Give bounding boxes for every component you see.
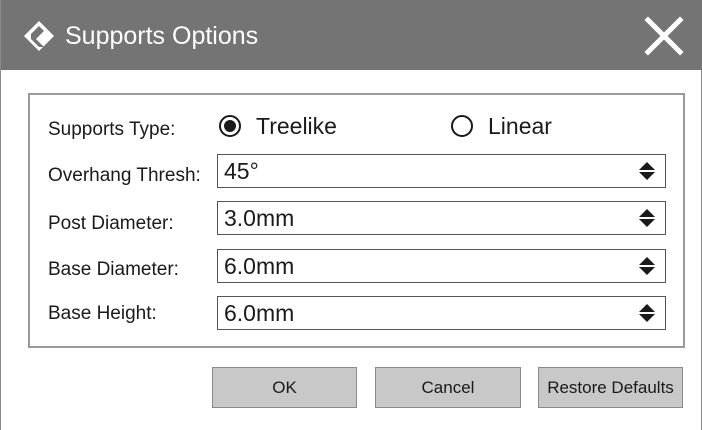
dialog-title: Supports Options [65, 22, 259, 50]
supports-options-dialog: Supports Options Supports Type: Treelike… [0, 0, 702, 430]
spin-arrows-icon[interactable] [638, 303, 656, 323]
restore-defaults-button[interactable]: Restore Defaults [538, 367, 683, 408]
overhang-thresh-value[interactable]: 45° [224, 158, 259, 184]
title-bar: Supports Options [1, 0, 702, 70]
base-height-value[interactable]: 6.0mm [224, 300, 294, 326]
post-diameter-label: Post Diameter: [48, 213, 174, 234]
ok-button[interactable]: OK [212, 367, 357, 408]
base-height-label: Base Height: [48, 303, 157, 324]
overhang-thresh-label: Overhang Thresh: [48, 165, 201, 186]
base-height-spinbox[interactable]: 6.0mm [217, 296, 666, 330]
radio-linear-label: Linear [488, 113, 552, 139]
base-diameter-value[interactable]: 6.0mm [224, 253, 294, 279]
spin-arrows-icon[interactable] [638, 208, 656, 228]
close-icon[interactable] [641, 13, 687, 59]
overhang-thresh-spinbox[interactable]: 45° [217, 154, 666, 188]
post-diameter-value[interactable]: 3.0mm [224, 205, 294, 231]
diamond-logo-icon [24, 21, 54, 51]
cancel-button[interactable]: Cancel [375, 367, 521, 408]
radio-button-unselected[interactable] [451, 115, 473, 137]
post-diameter-spinbox[interactable]: 3.0mm [217, 201, 666, 235]
radio-button-selected[interactable] [219, 115, 241, 137]
radio-treelike-label: Treelike [256, 113, 337, 139]
base-diameter-spinbox[interactable]: 6.0mm [217, 249, 666, 283]
spin-arrows-icon[interactable] [638, 161, 656, 181]
radio-linear[interactable]: Linear [451, 113, 552, 139]
spin-arrows-icon[interactable] [638, 256, 656, 276]
supports-type-label: Supports Type: [48, 119, 176, 140]
radio-treelike[interactable]: Treelike [219, 113, 337, 139]
base-diameter-label: Base Diameter: [48, 259, 179, 280]
